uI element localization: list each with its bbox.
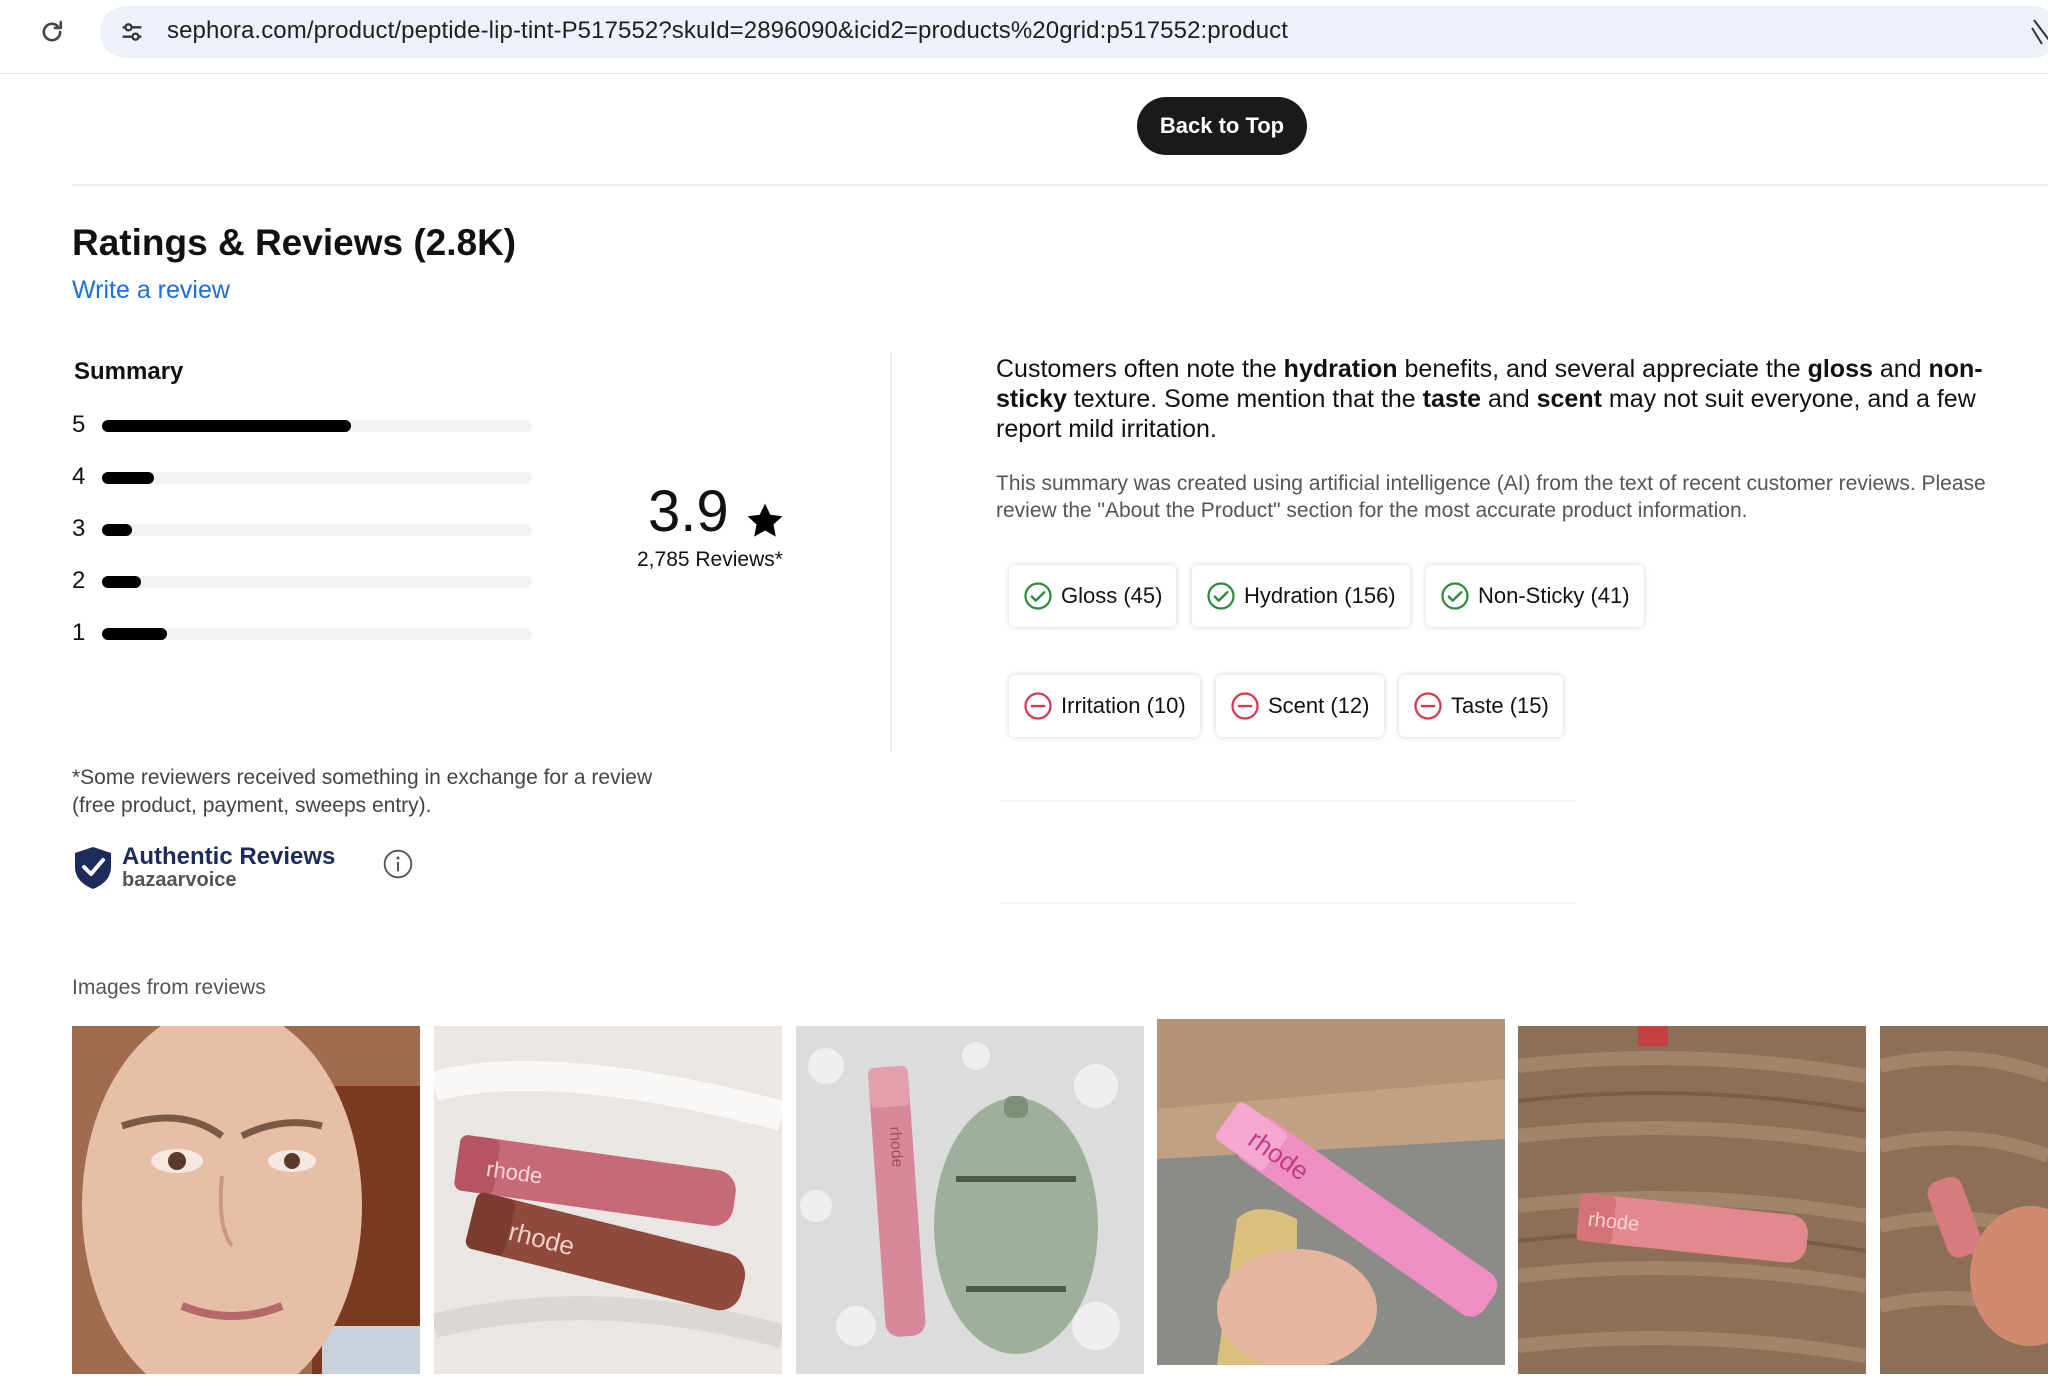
summary-keyword: taste [1422, 385, 1482, 413]
summary-text: benefits, and several appreciate the [1397, 355, 1808, 383]
tag-label: Non-Sticky (41) [1478, 583, 1630, 608]
extension-icon[interactable] [2028, 14, 2048, 50]
incentive-disclaimer-line: (free product, payment, sweeps entry). [72, 794, 432, 817]
placeholder-line [1000, 902, 1576, 904]
authentic-reviews-badge: Authentic Reviews bazaarvoice [72, 843, 372, 893]
rating-bar-4[interactable]: 4 [72, 462, 562, 492]
check-circle-icon [1441, 582, 1469, 610]
rating-bar-label: 4 [72, 463, 86, 490]
rating-bar-track [102, 576, 532, 588]
tag-label: Irritation (10) [1061, 693, 1186, 718]
rating-bar-fill [102, 420, 352, 432]
reload-icon[interactable] [34, 14, 70, 50]
rating-bar-fill [102, 472, 154, 484]
tag-label: Scent (12) [1268, 693, 1370, 718]
rating-bar-track [102, 524, 532, 536]
authentic-reviews-title: Authentic Reviews [122, 843, 336, 870]
site-info-icon[interactable] [116, 16, 148, 48]
rating-bar-3[interactable]: 3 [72, 514, 562, 544]
write-review-link[interactable]: Write a review [72, 276, 230, 305]
tag-non-sticky[interactable]: Non-Sticky (41) [1426, 565, 1644, 627]
info-icon[interactable] [382, 848, 414, 880]
incentive-disclaimer: *Some reviewers received something in ex… [72, 764, 772, 820]
back-to-top-button[interactable]: Back to Top [1137, 97, 1307, 155]
tag-scent[interactable]: Scent (12) [1216, 675, 1384, 737]
tag-hydration[interactable]: Hydration (156) [1192, 565, 1410, 627]
tag-irritation[interactable]: Irritation (10) [1009, 675, 1200, 737]
average-rating-value: 3.9 [648, 479, 729, 544]
review-count: 2,785 Reviews* [637, 548, 783, 571]
summary-keyword: gloss [1807, 355, 1873, 383]
review-image-tube-and-case[interactable]: rhode [796, 1026, 1144, 1374]
ai-review-summary: Customers often note the hydration benef… [996, 354, 2036, 444]
review-image-partial[interactable] [1880, 1026, 2048, 1374]
rating-bar-label: 1 [72, 619, 86, 646]
check-circle-icon [1207, 582, 1235, 610]
minus-circle-icon [1414, 692, 1442, 720]
review-image-tube-on-blanket[interactable]: rhode [1518, 1026, 1866, 1374]
tag-gloss[interactable]: Gloss (45) [1009, 565, 1177, 627]
images-from-reviews-label: Images from reviews [72, 976, 266, 999]
summary-text: and [1481, 385, 1537, 413]
summary-text: texture. Some mention that the [1066, 385, 1423, 413]
ai-summary-disclaimer: This summary was created using artificia… [996, 472, 1986, 522]
brand-text: rhode [886, 1126, 906, 1168]
review-image-hand-tube[interactable]: rhode [1157, 1019, 1505, 1365]
check-circle-icon [1024, 582, 1052, 610]
rating-bar-1[interactable]: 1 [72, 618, 562, 648]
rating-bar-2[interactable]: 2 [72, 566, 562, 596]
tag-taste[interactable]: Taste (15) [1399, 675, 1563, 737]
review-image-two-tubes[interactable]: rhode rhode [434, 1026, 782, 1374]
rating-bar-track [102, 420, 532, 432]
bazaarvoice-label: bazaarvoice [122, 869, 237, 891]
tag-label: Gloss (45) [1061, 583, 1163, 608]
summary-text: Customers often note the [996, 355, 1284, 383]
rating-bar-label: 3 [72, 515, 86, 542]
rating-bar-track [102, 628, 532, 640]
placeholder-line [1000, 800, 1576, 802]
average-rating: 3.9 [648, 478, 787, 545]
minus-circle-icon [1024, 692, 1052, 720]
ratings-reviews-title: Ratings & Reviews (2.8K) [72, 222, 517, 263]
summary-keyword: hydration [1283, 355, 1398, 383]
section-divider [72, 184, 2048, 186]
rating-bar-5[interactable]: 5 [72, 410, 562, 440]
rating-bar-label: 2 [72, 567, 86, 594]
summary-text: and [1872, 355, 1929, 383]
summary-label: Summary [74, 358, 184, 385]
rating-bar-fill [102, 524, 133, 536]
star-icon [743, 490, 787, 537]
summary-keyword: scent [1536, 385, 1602, 413]
tag-label: Hydration (156) [1244, 583, 1396, 608]
shield-check-icon [75, 847, 111, 889]
vertical-divider [890, 352, 892, 752]
incentive-disclaimer-line: *Some reviewers received something in ex… [72, 766, 653, 789]
rating-bar-label: 5 [72, 411, 86, 438]
rating-bar-fill [102, 576, 141, 588]
browser-toolbar: sephora.com/product/peptide-lip-tint-P51… [0, 0, 2048, 74]
review-image-selfie[interactable] [72, 1026, 420, 1374]
url-text[interactable]: sephora.com/product/peptide-lip-tint-P51… [167, 17, 1288, 45]
minus-circle-icon [1231, 692, 1259, 720]
rating-bar-track [102, 472, 532, 484]
tag-label: Taste (15) [1451, 693, 1549, 718]
rating-bar-fill [102, 628, 167, 640]
